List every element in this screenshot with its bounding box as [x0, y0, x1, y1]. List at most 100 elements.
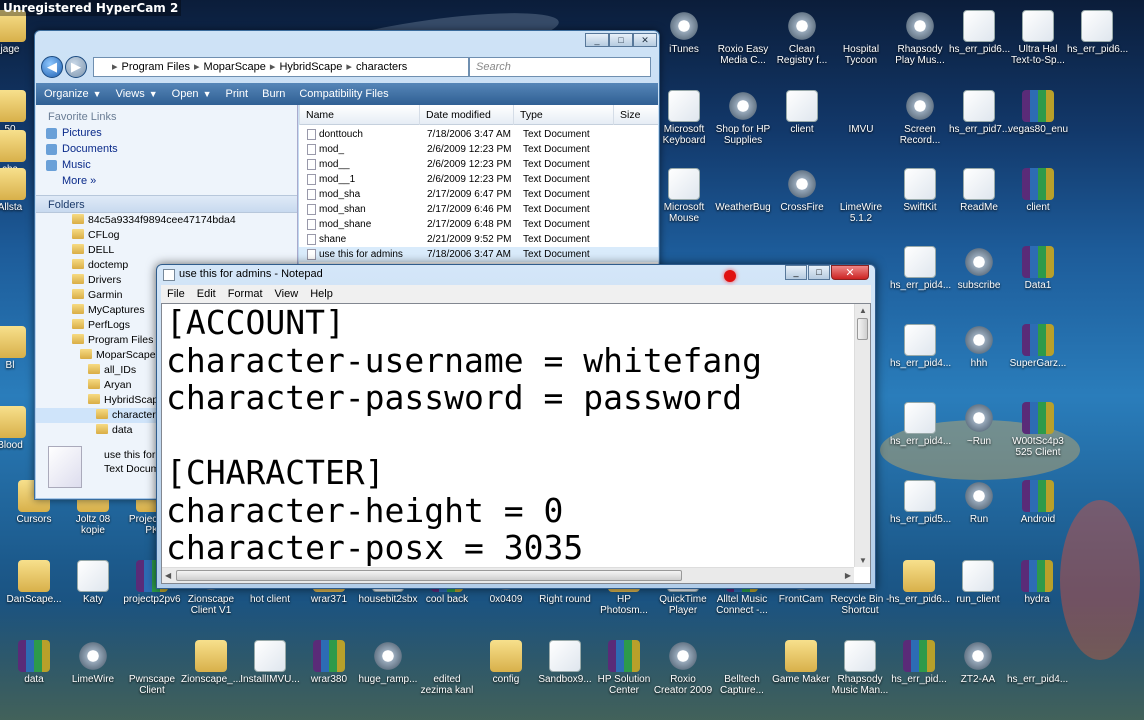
file-row[interactable]: mod_sha 2/17/2009 6:47 PM Text Document — [299, 187, 658, 202]
desktop-icon[interactable]: Game Maker — [771, 640, 831, 685]
desktop-icon[interactable]: Zionscape_... — [181, 640, 241, 685]
column-header-name[interactable]: Name — [299, 105, 334, 125]
desktop-icon[interactable]: Microsoft Keyboard — [654, 90, 714, 146]
favorite-link-music[interactable]: Music — [36, 155, 297, 171]
desktop-icon[interactable]: HP Solution Center — [594, 640, 654, 696]
scroll-thumb[interactable] — [857, 318, 868, 340]
close-button[interactable]: ✕ — [633, 33, 657, 47]
file-row[interactable]: donttouch 7/18/2006 3:47 AM Text Document — [299, 127, 658, 142]
explorer-titlebar[interactable]: _ □ ✕ — [35, 31, 659, 53]
desktop-icon[interactable]: Belltech Capture... — [712, 640, 772, 696]
file-row[interactable]: shane 2/21/2009 9:52 PM Text Document — [299, 232, 658, 247]
desktop-icon[interactable]: hs_err_pid4... — [1007, 640, 1068, 685]
toolbar-compatibility-files-button[interactable]: Compatibility Files — [299, 83, 394, 105]
desktop-icon[interactable]: client — [772, 90, 832, 135]
minimize-button[interactable]: _ — [785, 265, 807, 280]
desktop-icon[interactable]: hs_err_pid6... — [949, 10, 1010, 55]
menu-view[interactable]: View — [269, 285, 305, 303]
desktop-icon[interactable]: ReadMe — [949, 168, 1009, 213]
desktop-icon[interactable]: Clean Registry f... — [772, 10, 832, 66]
desktop-icon[interactable]: Rhapsody Play Mus... — [890, 10, 950, 66]
menu-help[interactable]: Help — [304, 285, 339, 303]
desktop-icon[interactable]: hydra — [1007, 560, 1067, 605]
horizontal-scrollbar[interactable]: ◀ ▶ — [162, 567, 854, 583]
column-header-size[interactable]: Size — [613, 105, 640, 125]
desktop-icon[interactable]: Hospital Tycoon — [831, 10, 891, 66]
forward-arrow-icon[interactable]: ▶ — [65, 56, 87, 78]
desktop-icon[interactable]: Microsoft Mouse — [654, 168, 714, 224]
close-button[interactable]: ✕ — [831, 265, 869, 280]
desktop-icon[interactable]: hhh — [949, 324, 1009, 369]
breadcrumb-item[interactable]: characters — [356, 61, 407, 73]
desktop-icon[interactable]: Ultra Hal Text-to-Sp... — [1008, 10, 1068, 66]
toolbar-views-button[interactable]: Views ▼ — [116, 83, 164, 105]
minimize-button[interactable]: _ — [585, 33, 609, 47]
favorite-link-more[interactable]: More » — [36, 171, 297, 187]
toolbar-open-button[interactable]: Open ▼ — [172, 83, 218, 105]
maximize-button[interactable]: □ — [609, 33, 633, 47]
menu-edit[interactable]: Edit — [191, 285, 222, 303]
desktop-icon[interactable]: ZT2-AA — [948, 640, 1008, 685]
vertical-scrollbar[interactable]: ▲ ▼ — [854, 304, 870, 567]
column-header-date-modified[interactable]: Date modified — [419, 105, 491, 125]
file-row[interactable]: mod__1 2/6/2009 12:23 PM Text Document — [299, 172, 658, 187]
favorite-link-pictures[interactable]: Pictures — [36, 123, 297, 139]
desktop-icon[interactable]: hs_err_pid4... — [890, 324, 951, 369]
desktop-icon[interactable]: CrossFire — [772, 168, 832, 213]
desktop-icon[interactable]: Rhapsody Music Man... — [830, 640, 890, 696]
desktop-icon[interactable]: Run — [949, 480, 1009, 525]
desktop-icon[interactable]: IMVU — [831, 90, 891, 135]
desktop-icon[interactable]: hs_err_pid4... — [890, 402, 951, 447]
toolbar-organize-button[interactable]: Organize ▼ — [44, 83, 108, 105]
desktop-icon[interactable]: InstallIMVU... — [240, 640, 300, 685]
desktop-icon[interactable]: SuperGarz... — [1008, 324, 1068, 369]
search-input[interactable]: Search — [469, 57, 651, 77]
column-header-type[interactable]: Type — [513, 105, 543, 125]
desktop-icon[interactable]: wrar380 — [299, 640, 359, 685]
text-editor[interactable]: [ACCOUNT] character-username = whitefang c… — [161, 303, 871, 584]
desktop-icon[interactable]: Katy — [63, 560, 123, 605]
desktop-icon[interactable]: LimeWire — [63, 640, 123, 685]
desktop-icon[interactable]: hs_err_pid6... — [1067, 10, 1128, 55]
file-row[interactable]: mod__ 2/6/2009 12:23 PM Text Document — [299, 157, 658, 172]
desktop-icon[interactable]: run_client — [948, 560, 1008, 605]
desktop-icon[interactable]: hs_err_pid... — [889, 640, 949, 685]
desktop-icon[interactable]: edited zezima kanl — [417, 640, 477, 696]
menu-file[interactable]: File — [161, 285, 191, 303]
desktop-icon[interactable]: subscribe — [949, 246, 1009, 291]
notepad-window[interactable]: use this for admins - Notepad _ □ ✕ File… — [156, 264, 876, 589]
desktop-icon[interactable]: SwiftKit — [890, 168, 950, 213]
desktop-icon[interactable]: Shop for HP Supplies — [713, 90, 773, 146]
desktop-icon[interactable]: LimeWire 5.1.2 — [831, 168, 891, 224]
desktop-icon[interactable]: Roxio Creator 2009 — [653, 640, 713, 696]
file-row[interactable]: mod_shane 2/17/2009 6:48 PM Text Document — [299, 217, 658, 232]
maximize-button[interactable]: □ — [808, 265, 830, 280]
desktop-icon[interactable]: hs_err_pid6... — [889, 560, 950, 605]
desktop-icon[interactable]: DanScape... — [4, 560, 64, 605]
desktop-icon[interactable]: ~Run — [949, 402, 1009, 447]
favorite-link-documents[interactable]: Documents — [36, 139, 297, 155]
folders-heading[interactable]: Folders — [36, 195, 297, 213]
desktop-icon[interactable]: Sandbox9... — [535, 640, 595, 685]
desktop-icon[interactable]: data — [4, 640, 64, 685]
file-row[interactable]: mod_ 2/6/2009 12:23 PM Text Document — [299, 142, 658, 157]
tree-item[interactable]: CFLog — [36, 228, 297, 243]
desktop-icon[interactable]: vegas80_enu — [1008, 90, 1068, 135]
desktop-icon[interactable]: hs_err_pid7... — [949, 90, 1010, 135]
breadcrumb-item[interactable]: MoparScape — [204, 61, 266, 73]
desktop-icon[interactable]: hs_err_pid4... — [890, 246, 951, 291]
desktop-icon[interactable]: Roxio Easy Media C... — [713, 10, 773, 66]
toolbar-burn-button[interactable]: Burn — [262, 83, 291, 105]
desktop-icon[interactable]: client — [1008, 168, 1068, 213]
toolbar-print-button[interactable]: Print — [225, 83, 254, 105]
desktop-icon[interactable]: hs_err_pid5... — [890, 480, 951, 525]
desktop-icon[interactable]: config — [476, 640, 536, 685]
back-arrow-icon[interactable]: ◀ — [41, 56, 63, 78]
editor-content[interactable]: [ACCOUNT] character-username = whitefang c… — [166, 304, 762, 567]
scroll-thumb[interactable] — [176, 570, 682, 581]
desktop-icon[interactable]: Android — [1008, 480, 1068, 525]
tree-item[interactable]: DELL — [36, 243, 297, 258]
file-row[interactable]: use this for admins 7/18/2006 3:47 AM Text… — [299, 247, 658, 262]
desktop-icon[interactable]: Pwnscape Client — [122, 640, 182, 696]
desktop-icon[interactable]: WeatherBug — [713, 168, 773, 213]
